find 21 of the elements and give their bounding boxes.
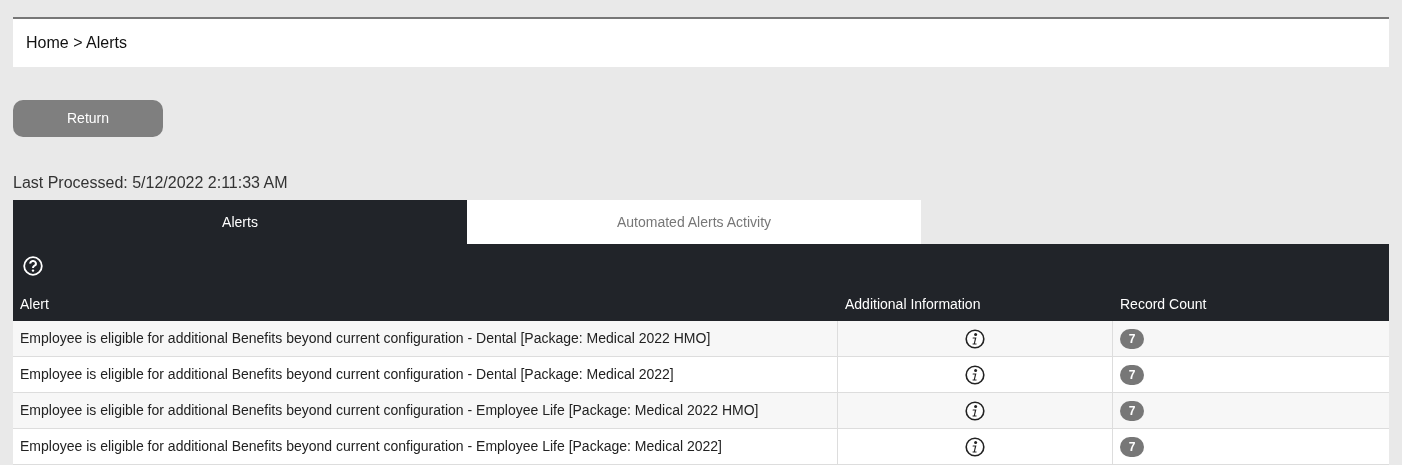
table-cell-text: Employee is eligible for additional Benefits beyond current configuration - Dental [Package: Medical 2022] xyxy=(20,365,674,384)
column-header: Additional Information xyxy=(845,296,981,312)
count-badge: 7 xyxy=(1120,436,1144,457)
table-cell-text: Employee is eligible for additional Benefits beyond current configuration - Employee Life [Package: Medical 2022 HMO] xyxy=(20,401,759,420)
last-processed: Last Processed: 5/12/2022 2:11:33 AM xyxy=(13,173,289,193)
column-header: Alert xyxy=(20,296,49,312)
help-icon[interactable] xyxy=(23,256,43,276)
info-icon[interactable] xyxy=(965,364,985,385)
column-header: Record Count xyxy=(1120,296,1207,312)
return-button[interactable]: Return xyxy=(13,100,163,137)
tab[interactable]: Automated Alerts Activity xyxy=(467,200,921,244)
info-icon[interactable] xyxy=(965,436,985,457)
table-cell-text: Employee is eligible for additional Benefits beyond current configuration - Dental [Package: Medical 2022 HMO] xyxy=(20,329,711,348)
info-icon[interactable] xyxy=(965,400,985,421)
info-icon[interactable] xyxy=(965,328,985,349)
count-badge: 7 xyxy=(1120,400,1144,421)
table-cell-text: Employee is eligible for additional Benefits beyond current configuration - Employee Life [Package: Medical 2022] xyxy=(20,437,722,456)
tab[interactable]: Alerts xyxy=(13,200,467,244)
count-badge: 7 xyxy=(1120,328,1144,349)
count-badge: 7 xyxy=(1120,364,1144,385)
breadcrumb: Home > Alerts xyxy=(26,33,127,53)
